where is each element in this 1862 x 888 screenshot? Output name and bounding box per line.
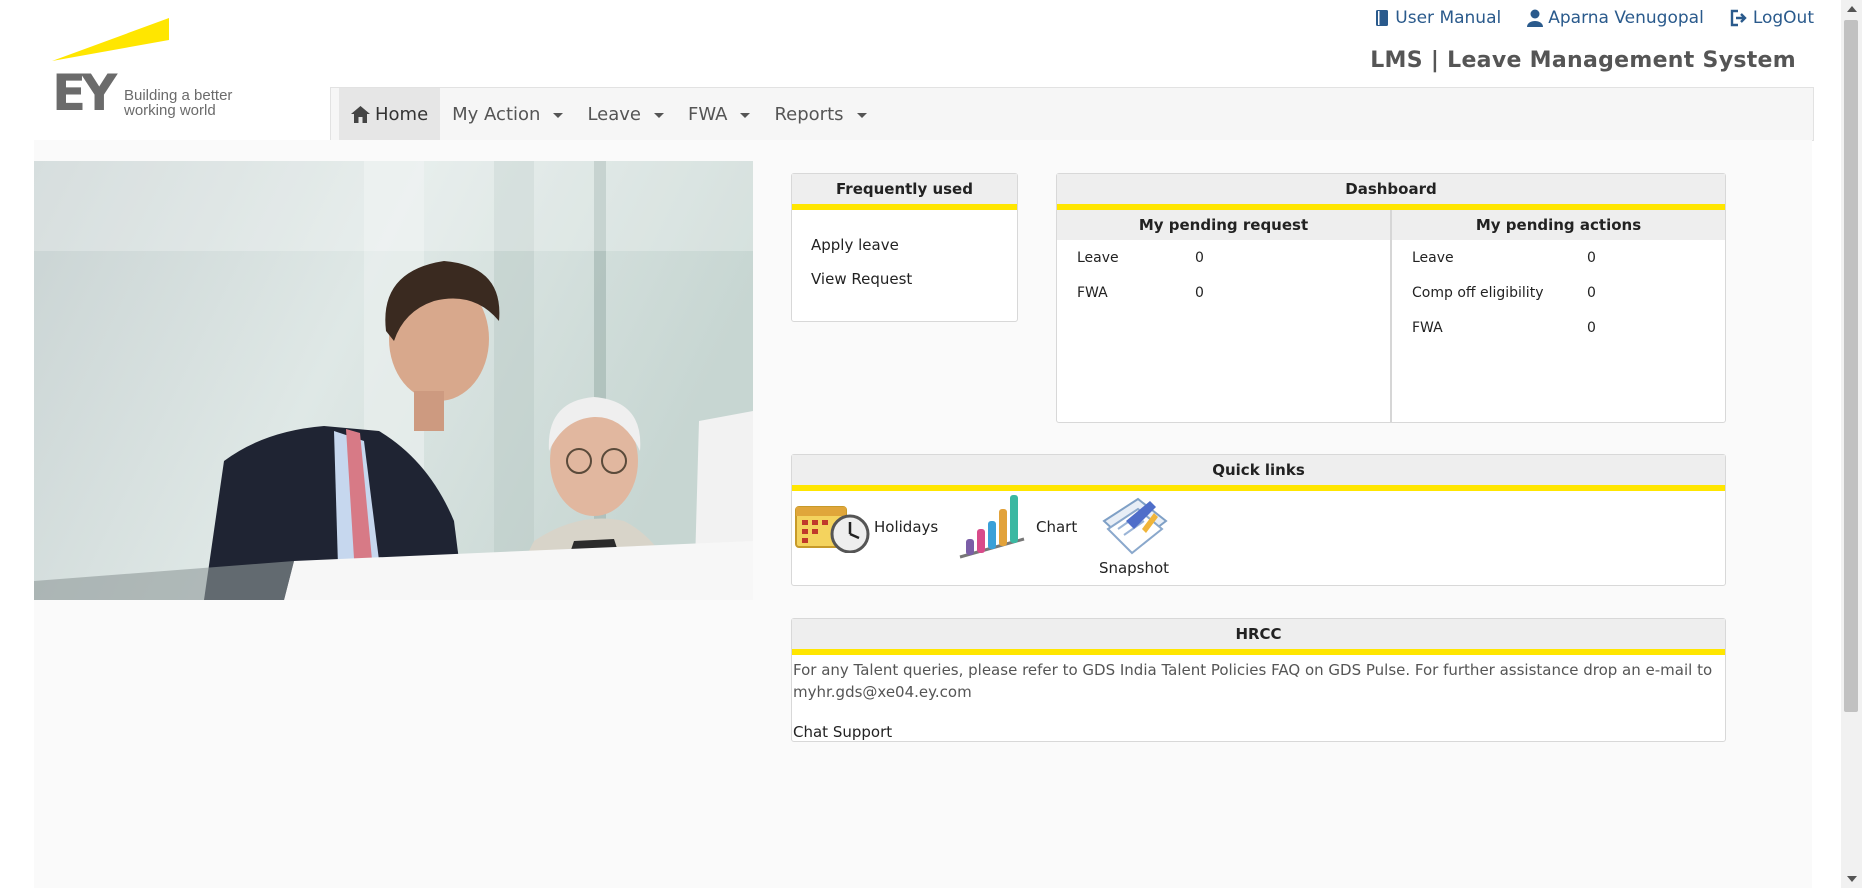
nav-fwa-label: FWA — [687, 103, 728, 125]
nav-reports-label: Reports — [774, 103, 844, 125]
nav-fwa[interactable]: FWA — [676, 88, 762, 140]
table-row: Comp off eligibility 0 — [1392, 275, 1725, 310]
table-row: Leave 0 — [1392, 240, 1725, 275]
pending-actions-title: My pending actions — [1392, 210, 1725, 240]
nav-my-action-label: My Action — [452, 103, 541, 125]
snapshot-document-icon — [1102, 497, 1168, 555]
scroll-down-arrow-icon[interactable] — [1847, 876, 1857, 882]
caret-down-icon — [553, 112, 564, 118]
chart-label: Chart — [1036, 518, 1078, 536]
ey-beam-icon — [52, 18, 169, 61]
scrollbar-thumb[interactable] — [1844, 20, 1858, 712]
app-title: LMS | Leave Management System — [1370, 48, 1796, 73]
user-name: Aparna Venugopal — [1548, 8, 1704, 28]
table-row: FWA 0 — [1392, 310, 1725, 345]
quick-links-title: Quick links — [792, 455, 1725, 491]
hrcc-message: For any Talent queries, please refer to … — [793, 661, 1713, 701]
table-row: FWA 0 — [1057, 275, 1390, 310]
pending-request-leave-count[interactable]: 0 — [1195, 250, 1204, 266]
hero-image — [34, 161, 753, 600]
pending-actions-fwa-link[interactable]: FWA — [1412, 320, 1443, 336]
pending-request-fwa-link[interactable]: FWA — [1077, 285, 1108, 301]
pending-request-leave-link[interactable]: Leave — [1077, 250, 1119, 266]
pending-request-fwa-count[interactable]: 0 — [1195, 285, 1204, 301]
nav-leave-label: Leave — [587, 103, 641, 125]
top-links: User Manual Aparna Venugopal LogOut — [1375, 8, 1814, 28]
book-icon — [1376, 10, 1389, 26]
caret-down-icon — [740, 112, 751, 118]
logo-tagline: Building a better working world — [124, 87, 233, 119]
holidays-label: Holidays — [874, 518, 939, 536]
nav-home[interactable]: Home — [339, 88, 441, 140]
nav-home-label: Home — [375, 103, 429, 125]
chart-link[interactable]: Chart — [958, 491, 1077, 563]
pending-request-column: My pending request Leave 0 FWA 0 — [1057, 210, 1390, 422]
snapshot-link[interactable]: Snapshot — [1098, 491, 1170, 577]
pending-actions-column: My pending actions Leave 0 Comp off elig… — [1390, 210, 1725, 422]
pending-actions-fwa-count[interactable]: 0 — [1587, 320, 1596, 336]
logout-label: LogOut — [1752, 8, 1814, 28]
user-icon — [1527, 9, 1544, 27]
hrcc-text: For any Talent queries, please refer to … — [792, 655, 1725, 743]
chat-support-link[interactable]: Chat Support — [793, 721, 892, 743]
logo-text: EY — [52, 64, 117, 122]
hrcc-panel: HRCC For any Talent queries, please refe… — [791, 618, 1726, 742]
calendar-clock-icon — [795, 506, 870, 553]
logout-icon — [1730, 9, 1747, 27]
apply-leave-link[interactable]: Apply leave — [811, 228, 899, 262]
table-row: Leave 0 — [1057, 240, 1390, 275]
page-scrollbar[interactable] — [1841, 0, 1862, 888]
frequently-used-panel: Frequently used Apply leave View Request — [791, 173, 1018, 322]
snapshot-label: Snapshot — [1098, 559, 1170, 577]
nav-my-action[interactable]: My Action — [440, 88, 575, 140]
caret-down-icon — [856, 112, 867, 118]
user-manual-link[interactable]: User Manual — [1375, 8, 1501, 28]
scroll-up-arrow-icon[interactable] — [1847, 6, 1857, 12]
caret-down-icon — [653, 112, 664, 118]
pending-actions-compoff-count[interactable]: 0 — [1587, 285, 1596, 301]
logout-link[interactable]: LogOut — [1730, 8, 1814, 28]
pending-actions-compoff-link[interactable]: Comp off eligibility — [1412, 285, 1543, 301]
home-icon — [351, 105, 370, 123]
hrcc-title: HRCC — [792, 619, 1725, 655]
nav-leave[interactable]: Leave — [575, 88, 676, 140]
bar-chart-icon — [959, 495, 1025, 559]
frequently-used-title: Frequently used — [792, 174, 1017, 210]
pending-request-title: My pending request — [1057, 210, 1390, 240]
pending-actions-leave-count[interactable]: 0 — [1587, 250, 1596, 266]
nav-reports[interactable]: Reports — [762, 88, 878, 140]
pending-actions-leave-link[interactable]: Leave — [1412, 250, 1454, 266]
holidays-link[interactable]: Holidays — [794, 501, 938, 553]
dashboard-panel: Dashboard My pending request Leave 0 FWA… — [1056, 173, 1726, 423]
user-manual-label: User Manual — [1395, 8, 1502, 28]
view-request-link[interactable]: View Request — [811, 262, 912, 296]
main-navbar: Home My Action Leave FWA Reports — [330, 87, 1814, 141]
ey-logo: EY Building a better working world — [52, 18, 252, 122]
dashboard-title: Dashboard — [1057, 174, 1725, 210]
user-profile-link[interactable]: Aparna Venugopal — [1527, 8, 1704, 28]
quick-links-panel: Quick links Holidays Chart Snapshot — [791, 454, 1726, 586]
